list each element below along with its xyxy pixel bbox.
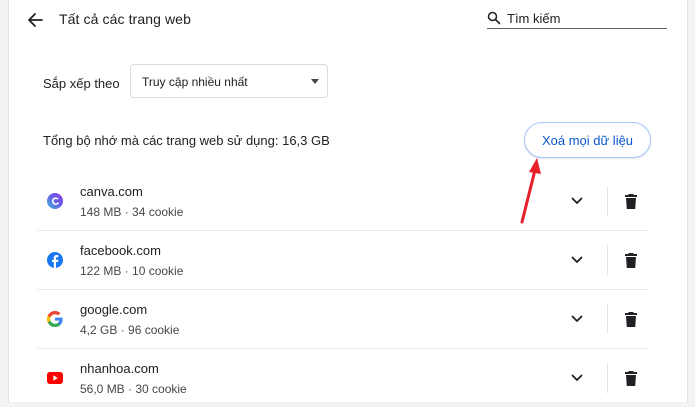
sort-selected-value: Truy cập nhiều nhất bbox=[142, 75, 248, 89]
expand-button[interactable] bbox=[563, 305, 591, 333]
expand-button[interactable] bbox=[563, 187, 591, 215]
delete-button[interactable] bbox=[617, 364, 645, 392]
site-name: canva.com bbox=[80, 184, 143, 199]
page-title: Tất cả các trang web bbox=[59, 11, 191, 27]
site-settings-panel: Tất cả các trang web Sắp xếp theo Truy c… bbox=[8, 0, 688, 402]
site-name: google.com bbox=[80, 302, 148, 317]
facebook-logo-icon bbox=[47, 252, 63, 268]
trash-icon bbox=[625, 252, 637, 268]
row-divider bbox=[607, 245, 608, 275]
site-name: facebook.com bbox=[80, 243, 161, 258]
clear-all-data-button[interactable]: Xoá mọi dữ liệu bbox=[524, 122, 651, 158]
search-input[interactable] bbox=[507, 9, 662, 27]
page-header: Tất cả các trang web bbox=[9, 0, 687, 40]
chevron-down-icon bbox=[571, 315, 583, 322]
back-button[interactable] bbox=[21, 6, 49, 34]
site-usage: 148 MB · 34 cookie bbox=[80, 205, 184, 219]
arrow-back-icon bbox=[28, 13, 43, 27]
delete-button[interactable] bbox=[617, 246, 645, 274]
expand-button[interactable] bbox=[563, 246, 591, 274]
chevron-down-icon bbox=[571, 256, 583, 263]
site-name: nhanhoa.com bbox=[80, 361, 159, 376]
site-usage: 56,0 MB · 30 cookie bbox=[80, 382, 187, 396]
youtube-logo-icon bbox=[47, 370, 63, 386]
row-divider bbox=[607, 304, 608, 334]
sort-dropdown[interactable]: Truy cập nhiều nhất bbox=[130, 64, 328, 98]
expand-button[interactable] bbox=[563, 364, 591, 392]
row-divider bbox=[607, 363, 608, 393]
search-box[interactable] bbox=[487, 8, 667, 29]
delete-button[interactable] bbox=[617, 187, 645, 215]
site-usage: 122 MB · 10 cookie bbox=[80, 264, 184, 278]
canva-logo-icon bbox=[47, 193, 63, 209]
site-row-google[interactable]: google.com 4,2 GB · 96 cookie bbox=[37, 290, 649, 349]
chevron-down-icon bbox=[571, 197, 583, 204]
trash-icon bbox=[625, 311, 637, 327]
site-list: canva.com 148 MB · 34 cookie facebook.co… bbox=[37, 172, 649, 407]
trash-icon bbox=[625, 370, 637, 386]
trash-icon bbox=[625, 193, 637, 209]
site-usage: 4,2 GB · 96 cookie bbox=[80, 323, 180, 337]
delete-button[interactable] bbox=[617, 305, 645, 333]
triangle-down-icon bbox=[311, 79, 319, 84]
search-icon[interactable] bbox=[487, 11, 501, 25]
site-row-facebook[interactable]: facebook.com 122 MB · 10 cookie bbox=[37, 231, 649, 290]
row-divider bbox=[607, 186, 608, 216]
site-row-canva[interactable]: canva.com 148 MB · 34 cookie bbox=[37, 172, 649, 231]
sort-label: Sắp xếp theo bbox=[43, 76, 120, 91]
total-storage-text: Tổng bộ nhớ mà các trang web sử dụng: 16… bbox=[43, 133, 330, 148]
site-row-nhanhoa[interactable]: nhanhoa.com 56,0 MB · 30 cookie bbox=[37, 349, 649, 407]
chevron-down-icon bbox=[571, 374, 583, 381]
google-logo-icon bbox=[47, 311, 63, 327]
